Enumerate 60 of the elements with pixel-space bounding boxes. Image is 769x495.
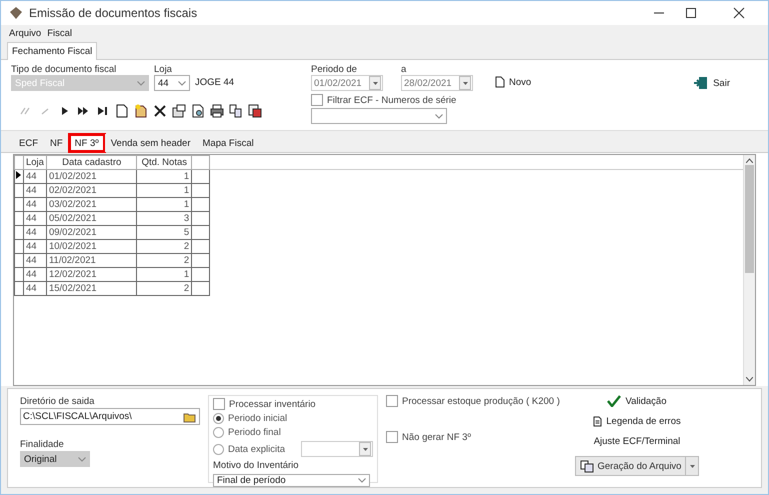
table-cell: 3: [136, 212, 192, 226]
field-label: Diretório de saida: [20, 396, 96, 407]
menu-item[interactable]: Fiscal: [47, 28, 72, 39]
table-cell: 1: [136, 268, 192, 282]
store-dropdown[interactable]: 44: [154, 75, 190, 91]
radio-option[interactable]: Periodo final: [213, 427, 281, 438]
window-title: Emissão de documentos fiscais: [29, 6, 198, 20]
reason-dropdown[interactable]: Final de período: [213, 474, 370, 487]
table-cell: 44: [23, 254, 46, 268]
table-cell: 15/02/2021: [46, 282, 137, 296]
table-cell: 44: [23, 268, 46, 282]
table-cell: 44: [23, 226, 46, 240]
table-cell: 44: [23, 198, 46, 212]
table-cell: 44: [23, 170, 46, 184]
table-cell: 03/02/2021: [46, 198, 137, 212]
field-label: Motivo do Inventário: [213, 460, 300, 471]
table-cell: 44: [23, 212, 46, 226]
table-cell: 12/02/2021: [46, 268, 137, 282]
radio-option[interactable]: Data explicita: [213, 444, 286, 454]
table-cell: 11/02/2021: [46, 254, 137, 268]
field-label: Loja: [154, 64, 173, 75]
exit-button[interactable]: Sair: [693, 76, 730, 90]
tab[interactable]: NF 3º: [68, 134, 105, 152]
filter-checkbox[interactable]: Filtrar ECF - Numeros de série: [311, 94, 491, 106]
table-cell: 2: [136, 240, 192, 254]
purpose-dropdown[interactable]: Original: [20, 451, 90, 467]
table-cell: 2: [136, 254, 192, 268]
column-header: Loja: [23, 156, 46, 170]
skip-nf-checkbox[interactable]: Não gerar NF 3º: [386, 431, 564, 443]
tab[interactable]: Fechamento Fiscal: [7, 42, 98, 60]
table-cell: 44: [23, 184, 46, 198]
table-cell: 05/02/2021: [46, 212, 137, 226]
new-button[interactable]: Novo: [495, 76, 532, 88]
column-header: Data cadastro: [46, 156, 137, 170]
field-label: Tipo de documento fiscal: [11, 64, 118, 75]
stock-checkbox[interactable]: Processar estoque produção ( K200 ): [386, 395, 564, 407]
table-cell: 01/02/2021: [46, 170, 137, 184]
error-legend-button[interactable]: Legenda de erros: [593, 416, 681, 427]
table-cell: 1: [136, 184, 192, 198]
generate-file-button[interactable]: Geração do Arquivo: [574, 456, 700, 476]
column-header: Qtd. Notas: [136, 156, 192, 170]
output-directory-field[interactable]: C:\SCL\FISCAL\Arquivos\: [20, 408, 200, 425]
table-cell: 44: [23, 282, 46, 296]
table-cell: 1: [136, 170, 192, 184]
table-cell: 09/02/2021: [46, 226, 137, 240]
field-label: Finalidade: [20, 439, 65, 450]
table-cell: 2: [136, 282, 192, 296]
radio-option[interactable]: Periodo inicial: [213, 413, 288, 424]
table-cell: 02/02/2021: [46, 184, 137, 198]
table-cell: 10/02/2021: [46, 240, 137, 254]
validation-button[interactable]: Validação: [607, 395, 667, 407]
table-cell: 44: [23, 240, 46, 254]
inventory-checkbox[interactable]: Processar inventário: [213, 398, 373, 410]
menu-item[interactable]: Arquivo: [9, 28, 42, 39]
store-name: JOGE 44: [195, 77, 234, 90]
table-cell: 5: [136, 226, 192, 240]
field-label: Periodo de: [311, 64, 358, 75]
adjust-button[interactable]: Ajuste ECF/Terminal: [594, 436, 680, 447]
table-cell: 1: [136, 198, 192, 212]
field-label: a: [401, 64, 408, 75]
